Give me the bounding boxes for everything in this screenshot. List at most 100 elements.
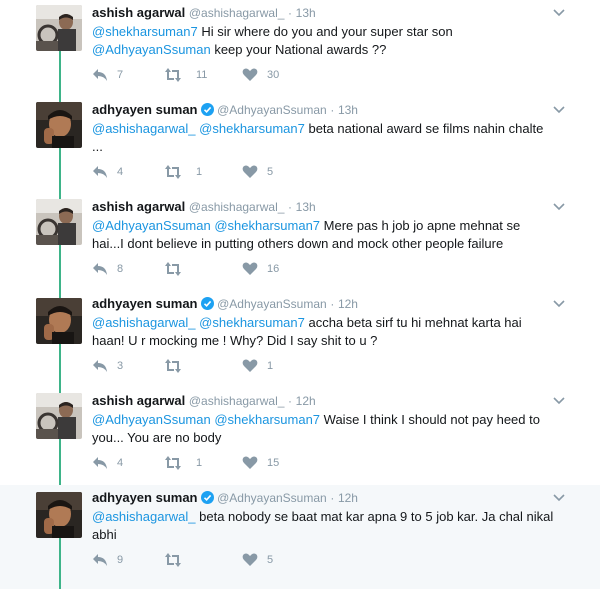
mention-link[interactable]: @ashishagarwal_ <box>92 315 196 330</box>
chevron-down-icon <box>553 9 565 17</box>
like-button[interactable]: 5 <box>242 552 287 568</box>
retweet-button[interactable]: 11 <box>164 67 216 83</box>
timestamp[interactable]: 12h <box>338 491 358 505</box>
like-button[interactable]: 1 <box>242 358 287 374</box>
avatar[interactable] <box>36 298 82 344</box>
username-handle[interactable]: @ashishagarwal_ <box>189 6 285 20</box>
mention-link[interactable]: @shekharsuman7 <box>199 121 305 136</box>
mention-link[interactable]: @ashishagarwal_ <box>92 121 196 136</box>
timestamp[interactable]: 13h <box>296 200 316 214</box>
verified-check-icon <box>200 491 214 504</box>
avatar-image <box>36 199 82 245</box>
avatar[interactable] <box>36 393 82 439</box>
tweet: ashish agarwal @ashishagarwal_ · 13h @Adh… <box>0 194 600 298</box>
verified-badge-icon <box>200 491 214 507</box>
replie-count: 9 <box>117 554 124 566</box>
more-options-button[interactable] <box>552 200 566 214</box>
tweet-text-segment: ... <box>92 139 103 154</box>
retweet-icon <box>165 553 181 567</box>
mention-link[interactable]: @AdhyayanSsuman <box>92 412 211 427</box>
display-name[interactable]: adhyayen suman <box>92 296 198 311</box>
tweet-header: ashish agarwal @ashishagarwal_ · 13h <box>92 199 316 214</box>
heart-icon <box>242 165 258 178</box>
display-name[interactable]: adhyayen suman <box>92 102 198 117</box>
mention-link[interactable]: @AdhyayanSsuman <box>92 218 211 233</box>
username-handle[interactable]: @AdhyayanSsuman <box>217 491 327 505</box>
timestamp[interactable]: 13h <box>338 103 358 117</box>
tweet-text-segment: abhi <box>92 527 117 542</box>
tweet: ashish agarwal @ashishagarwal_ · 12h @Adh… <box>0 388 600 492</box>
tweet-text-segment: haan! U r mocking me ! Why? Did I say sh… <box>92 333 378 348</box>
mention-link[interactable]: @ashishagarwal_ <box>92 509 196 524</box>
mention-link[interactable]: @AdhyayanSsuman <box>92 42 211 57</box>
reply-button[interactable]: 3 <box>92 358 137 374</box>
avatar[interactable] <box>36 5 82 51</box>
chevron-down-icon <box>553 494 565 502</box>
like-count: 15 <box>267 457 280 469</box>
like-button[interactable]: 30 <box>242 67 287 83</box>
display-name[interactable]: ashish agarwal <box>92 199 185 214</box>
separator-dot: · <box>288 200 293 214</box>
mention-link[interactable]: @shekharsuman7 <box>92 24 198 39</box>
reply-icon <box>93 69 107 81</box>
username-handle[interactable]: @AdhyayanSsuman <box>217 103 327 117</box>
replie-count: 8 <box>117 263 124 275</box>
thread-connector-line <box>59 148 61 199</box>
tweet-header: ashish agarwal @ashishagarwal_ · 13h <box>92 5 316 20</box>
chevron-down-icon <box>553 397 565 405</box>
retweet-button[interactable]: 1 <box>164 455 216 471</box>
mention-link[interactable]: @shekharsuman7 <box>214 218 320 233</box>
avatar[interactable] <box>36 199 82 245</box>
like-button[interactable]: 16 <box>242 261 287 277</box>
tweet: adhyayen suman @AdhyayanSsuman · 12h @ash… <box>0 485 600 589</box>
more-options-button[interactable] <box>552 103 566 117</box>
reply-button[interactable]: 9 <box>92 552 137 568</box>
username-handle[interactable]: @AdhyayanSsuman <box>217 297 327 311</box>
like-button[interactable]: 15 <box>242 455 287 471</box>
display-name[interactable]: ashish agarwal <box>92 5 185 20</box>
more-options-button[interactable] <box>552 297 566 311</box>
more-options-button[interactable] <box>552 394 566 408</box>
verified-badge-icon <box>200 103 214 119</box>
display-name[interactable]: ashish agarwal <box>92 393 185 408</box>
tweet-text-segment: keep your National awards ?? <box>210 42 387 57</box>
tweet-text-line: haan! U r mocking me ! Why? Did I say sh… <box>92 332 562 350</box>
reply-button[interactable]: 8 <box>92 261 137 277</box>
username-handle[interactable]: @ashishagarwal_ <box>189 200 285 214</box>
retweet-button[interactable] <box>164 358 216 374</box>
tweet-text-line: @ashishagarwal_ @shekharsuman7 accha bet… <box>92 314 562 332</box>
reply-button[interactable]: 4 <box>92 164 137 180</box>
separator-dot: · <box>330 297 335 311</box>
tweet-text-segment: beta national award se films nahin chalt… <box>304 121 544 136</box>
heart-icon <box>242 262 258 275</box>
tweet-text-line: @AdhyayanSsuman @shekharsuman7 Mere pas … <box>92 217 562 235</box>
more-options-button[interactable] <box>552 6 566 20</box>
display-name[interactable]: adhyayen suman <box>92 490 198 505</box>
verified-badge-icon <box>200 297 214 313</box>
retweet-icon <box>165 456 181 470</box>
retweet-count: 1 <box>196 166 203 178</box>
retweet-button[interactable] <box>164 261 216 277</box>
retweet-icon <box>165 68 181 82</box>
replie-count: 3 <box>117 360 124 372</box>
reply-button[interactable]: 7 <box>92 67 137 83</box>
timestamp[interactable]: 12h <box>338 297 358 311</box>
retweet-button[interactable]: 1 <box>164 164 216 180</box>
timestamp[interactable]: 12h <box>296 394 316 408</box>
avatar[interactable] <box>36 492 82 538</box>
like-count: 30 <box>267 69 280 81</box>
mention-link[interactable]: @shekharsuman7 <box>214 412 320 427</box>
reply-button[interactable]: 4 <box>92 455 137 471</box>
tweet-text-segment: hai...I dont believe in putting others d… <box>92 236 504 251</box>
mention-link[interactable]: @shekharsuman7 <box>199 315 305 330</box>
username-handle[interactable]: @ashishagarwal_ <box>189 394 285 408</box>
chevron-down-icon <box>553 203 565 211</box>
more-options-button[interactable] <box>552 491 566 505</box>
retweet-icon <box>165 262 181 276</box>
avatar[interactable] <box>36 102 82 148</box>
retweet-count: 11 <box>196 69 208 81</box>
like-button[interactable]: 5 <box>242 164 287 180</box>
timestamp[interactable]: 13h <box>296 6 316 20</box>
retweet-button[interactable] <box>164 552 216 568</box>
chevron-down-icon <box>553 106 565 114</box>
